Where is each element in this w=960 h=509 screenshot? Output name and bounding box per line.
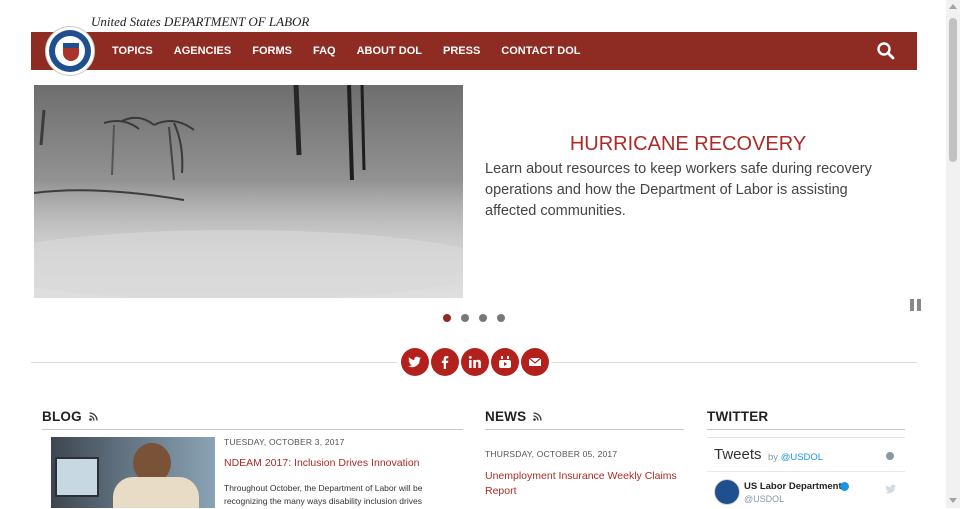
carousel-dot[interactable] (461, 314, 469, 322)
blog-post-link[interactable]: NDEAM 2017: Inclusion Drives Innovation (224, 456, 460, 471)
linkedin-icon[interactable] (461, 348, 489, 376)
news-rule (485, 429, 684, 430)
carousel-dot[interactable] (497, 314, 505, 322)
hero-title[interactable]: HURRICANE RECOVERY (485, 133, 891, 156)
blog-excerpt-line-1: Throughout October, the Department of La… (224, 483, 423, 493)
nav-item-forms[interactable]: FORMS (252, 45, 292, 57)
verified-icon (840, 482, 849, 491)
search-icon[interactable] (876, 41, 896, 61)
carousel-dot[interactable] (479, 314, 487, 322)
blog-rule (42, 429, 463, 430)
blog-excerpt-line-2: recognizing the many ways disability inc… (224, 496, 422, 506)
twitter-separator (707, 471, 905, 472)
info-icon[interactable] (886, 452, 894, 460)
divider (31, 362, 397, 363)
pause-icon[interactable] (909, 298, 923, 312)
dol-seal-icon[interactable] (45, 26, 95, 76)
scrollbar-thumb[interactable] (949, 18, 957, 162)
hero-text: Learn about resources to keep workers sa… (485, 161, 872, 219)
rss-icon[interactable] (533, 412, 542, 421)
agency-line: United States DEPARTMENT OF LABOR (91, 14, 310, 29)
blog-post-image[interactable] (51, 437, 215, 508)
nav-item-agencies[interactable]: AGENCIES (174, 45, 231, 57)
avatar[interactable] (714, 479, 740, 505)
carousel-dots (443, 314, 515, 322)
scroll-up-arrow-icon[interactable] (949, 4, 957, 9)
divider (551, 362, 917, 363)
carousel-dot[interactable] (443, 314, 451, 322)
scroll-down-arrow-icon[interactable] (949, 498, 957, 503)
twitter-icon[interactable] (401, 348, 429, 376)
email-icon[interactable] (521, 348, 549, 376)
blog-date: TUESDAY, OCTOBER 3, 2017 (224, 437, 345, 447)
news-heading[interactable]: NEWS (485, 409, 542, 424)
nav-item-faq[interactable]: FAQ (313, 45, 336, 57)
blog-heading[interactable]: BLOG (42, 409, 98, 424)
rss-icon[interactable] (88, 412, 98, 421)
nav-item-press[interactable]: PRESS (443, 45, 480, 57)
twitter-bird-icon[interactable] (885, 481, 897, 499)
twitter-account-handle[interactable]: @USDOL (744, 494, 784, 504)
news-date: THURSDAY, OCTOBER 05, 2017 (485, 449, 618, 459)
tweets-title[interactable]: Tweets (714, 446, 762, 463)
facebook-icon[interactable] (431, 348, 459, 376)
nav-item-about-dol[interactable]: ABOUT DOL (357, 45, 422, 57)
twitter-heading: TWITTER (707, 409, 769, 424)
nav-item-topics[interactable]: TOPICS (112, 45, 153, 57)
news-post-link[interactable]: Unemployment Insurance Weekly Claims Rep… (485, 469, 685, 499)
twitter-account-name[interactable]: US Labor Department (744, 481, 842, 492)
tweets-by[interactable]: by @USDOL (768, 452, 823, 463)
youtube-icon[interactable] (491, 348, 519, 376)
hurricane-palm-trees-image[interactable] (34, 85, 463, 298)
nav-item-contact-dol[interactable]: CONTACT DOL (501, 45, 580, 57)
twitter-rule (707, 429, 905, 430)
main-nav: TOPICS AGENCIES FORMS FAQ ABOUT DOL PRES… (112, 32, 602, 70)
